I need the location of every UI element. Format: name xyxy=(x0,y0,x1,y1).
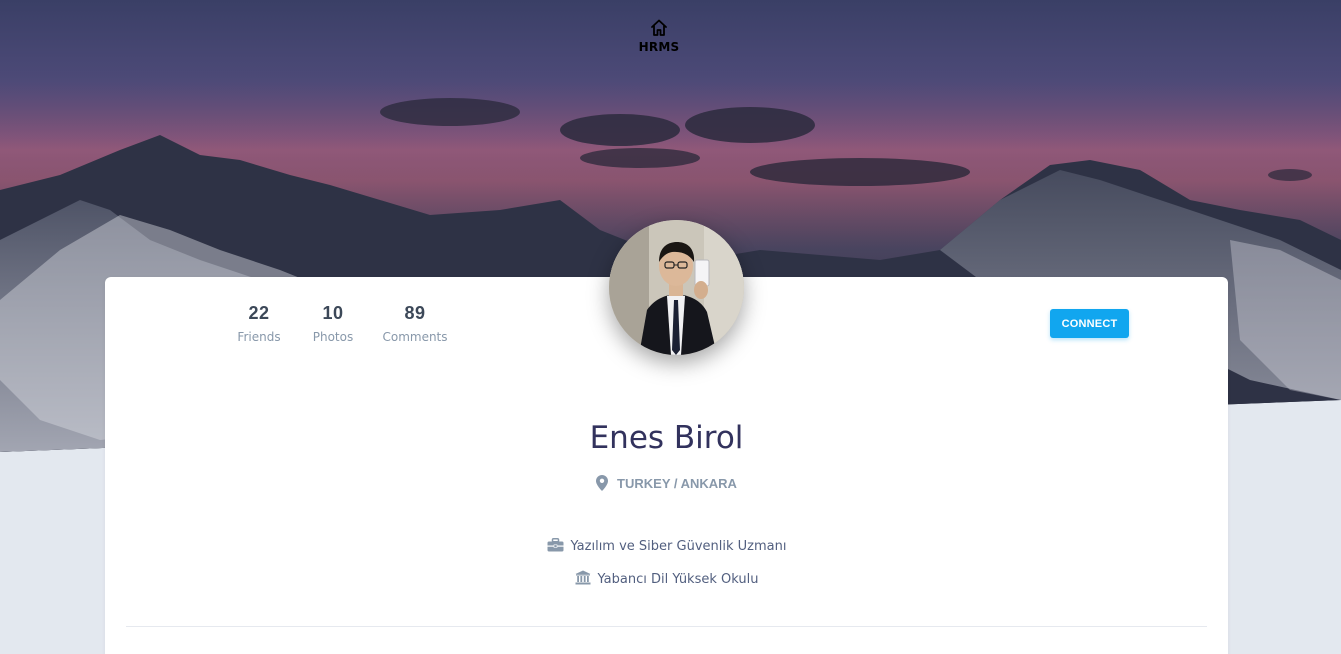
briefcase-icon xyxy=(547,538,564,552)
avatar-photo xyxy=(609,220,744,355)
avatar[interactable] xyxy=(609,220,744,355)
location-text: TURKEY / ANKARA xyxy=(617,476,737,491)
stat-friends-value: 22 xyxy=(248,303,270,323)
profile-name: Enes Birol xyxy=(589,420,744,456)
job-title: Yazılım ve Siber Güvenlik Uzmanı xyxy=(570,539,787,554)
map-pin-icon xyxy=(596,475,609,491)
connect-button[interactable]: CONNECT xyxy=(1050,309,1129,338)
stat-photos-value: 10 xyxy=(322,303,344,323)
home-icon xyxy=(651,19,667,36)
stat-photos[interactable]: 10 Photos xyxy=(305,303,361,344)
profile-location: TURKEY / ANKARA xyxy=(105,475,1228,491)
profile-job: Yazılım ve Siber Güvenlik Uzmanı xyxy=(105,538,1228,554)
card-divider xyxy=(126,626,1207,627)
stat-comments-label: Comments xyxy=(382,330,448,344)
brand-name: HRMS xyxy=(638,40,680,54)
stat-friends[interactable]: 22 Friends xyxy=(225,303,293,344)
university-icon xyxy=(575,570,591,585)
stat-friends-label: Friends xyxy=(237,330,281,344)
stat-photos-label: Photos xyxy=(312,330,354,344)
profile-page: HRMS 22 Friends 10 Photos 89 Comments CO… xyxy=(0,0,1341,654)
stat-comments-value: 89 xyxy=(404,303,426,323)
profile-school: Yabancı Dil Yüksek Okulu xyxy=(105,570,1228,587)
home-nav-link[interactable]: HRMS xyxy=(636,18,682,54)
school-name: Yabancı Dil Yüksek Okulu xyxy=(597,572,759,587)
stat-comments[interactable]: 89 Comments xyxy=(377,303,453,344)
profile-stats: 22 Friends 10 Photos 89 Comments xyxy=(225,303,453,344)
